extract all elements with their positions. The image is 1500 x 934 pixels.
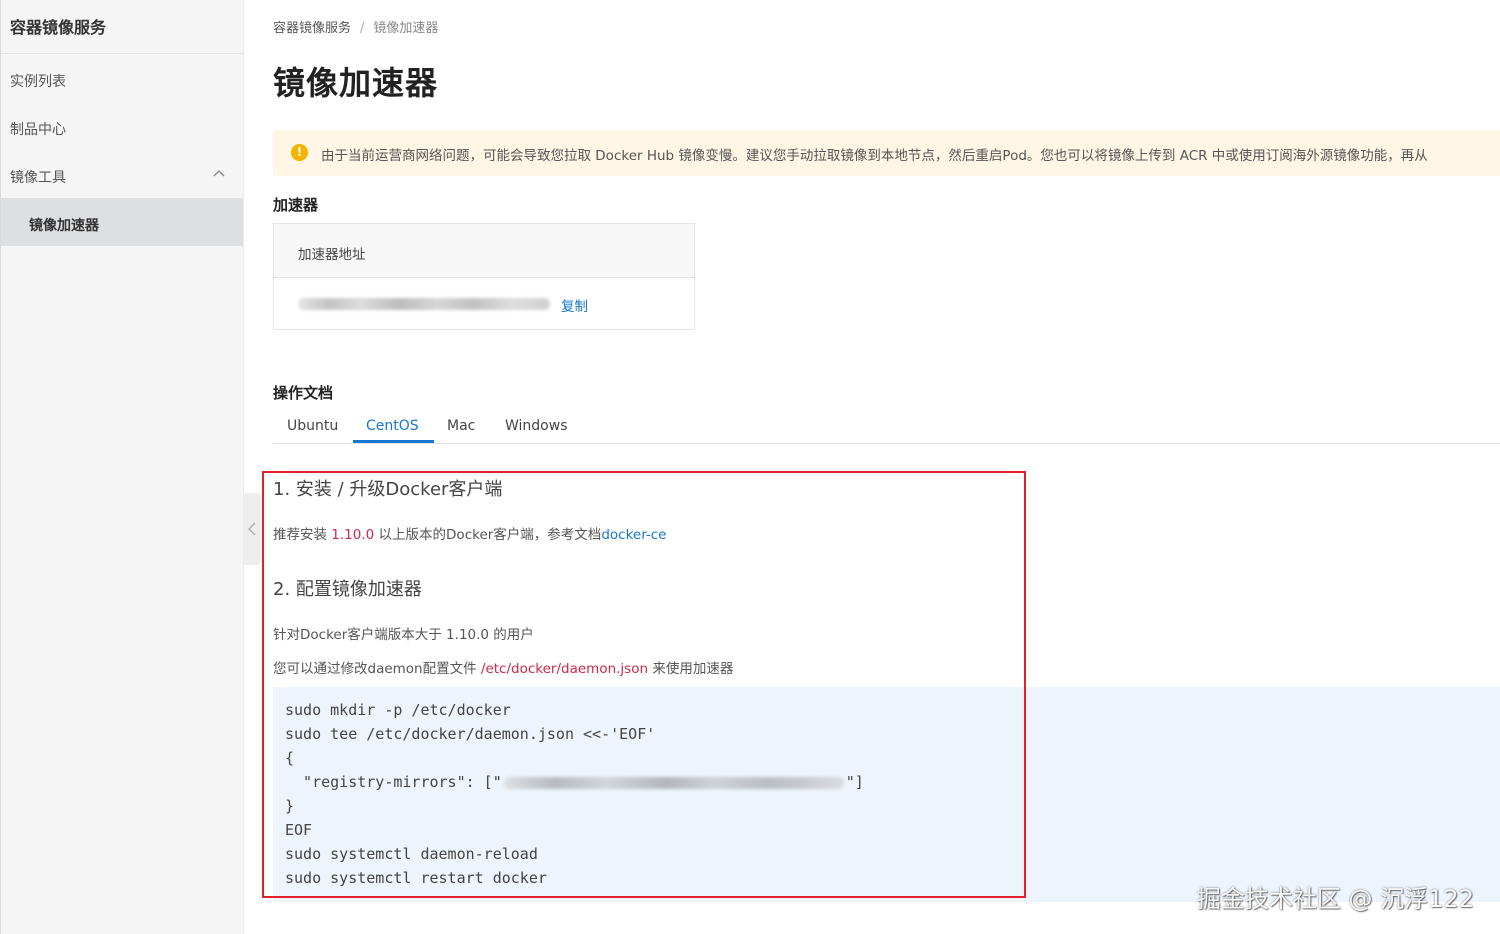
step2-line1: 针对Docker客户端版本大于 1.10.0 的用户	[273, 627, 534, 643]
sidebar-item-mirror-accelerator[interactable]: 镜像加速器	[1, 198, 243, 246]
accelerator-section-title: 加速器	[273, 196, 319, 214]
breadcrumb-separator: /	[360, 21, 365, 36]
code-line: sudo tee /etc/docker/daemon.json <<-'EOF…	[285, 725, 656, 743]
sidebar-item-instances[interactable]: 实例列表	[1, 54, 243, 102]
daemon-json-path: /etc/docker/daemon.json	[480, 661, 649, 677]
breadcrumb: 容器镜像服务 / 镜像加速器	[273, 17, 438, 36]
code-block[interactable]: sudo mkdir -p /etc/docker sudo tee /etc/…	[273, 687, 1500, 902]
tab-mac[interactable]: Mac	[447, 418, 475, 434]
sidebar-item-image-tools[interactable]: 镜像工具	[1, 150, 243, 198]
step2-suffix: 来使用加速器	[648, 661, 734, 677]
main-content: 容器镜像服务 / 镜像加速器 镜像加速器 ! 由于当前运营商网络问题，可能会导致您拉…	[243, 0, 1500, 934]
code-line: sudo systemctl daemon-reload	[285, 845, 538, 863]
accelerator-address-redacted	[298, 298, 550, 310]
sidebar-item-artifact-center[interactable]: 制品中心	[1, 102, 243, 150]
code-line: sudo mkdir -p /etc/docker	[285, 701, 511, 719]
tab-ubuntu[interactable]: Ubuntu	[287, 418, 338, 434]
breadcrumb-current: 镜像加速器	[373, 21, 439, 36]
step1-version: 1.10.0	[331, 527, 375, 543]
copy-button[interactable]: 复制	[561, 295, 588, 315]
tab-centos[interactable]: CentOS	[366, 418, 419, 434]
code-mirrors-suffix: "]	[845, 773, 864, 791]
notice-banner: ! 由于当前运营商网络问题，可能会导致您拉取 Docker Hub 镜像变慢。建…	[273, 130, 1500, 176]
breadcrumb-root[interactable]: 容器镜像服务	[273, 21, 351, 36]
accelerator-table: 加速器地址 复制	[273, 223, 695, 330]
step1-prefix: 推荐安装	[273, 527, 332, 543]
code-line: EOF	[285, 821, 313, 839]
page-title: 镜像加速器	[273, 64, 439, 102]
chevron-up-icon	[213, 170, 225, 177]
warning-icon: !	[291, 144, 308, 161]
notice-text: 由于当前运营商网络问题，可能会导致您拉取 Docker Hub 镜像变慢。建议您…	[321, 148, 1428, 164]
sidebar-item-label: 镜像工具	[10, 170, 66, 186]
sidebar-title: 容器镜像服务	[1, 0, 243, 54]
step2-line2: 您可以通过修改daemon配置文件 /etc/docker/daemon.jso…	[273, 657, 733, 677]
sidebar: 容器镜像服务 实例列表 制品中心 镜像工具 镜像加速器	[0, 0, 243, 934]
code-line-mirrors: "registry-mirrors": [" "]	[285, 773, 864, 791]
accelerator-column-header: 加速器地址	[274, 224, 694, 278]
code-mirrors-prefix: "registry-mirrors": ["	[285, 773, 502, 791]
code-line: sudo systemctl restart docker	[285, 869, 547, 887]
docs-section-title: 操作文档	[273, 384, 334, 402]
step1-text: 推荐安装 1.10.0 以上版本的Docker客户端，参考文档docker-ce	[273, 523, 667, 543]
step2-prefix: 您可以通过修改daemon配置文件	[273, 661, 481, 677]
step1-title: 1. 安装 / 升级Docker客户端	[273, 479, 503, 500]
tab-windows[interactable]: Windows	[505, 418, 568, 434]
watermark: 掘金技术社区 @ 沉浮122	[1196, 885, 1474, 913]
step1-middle: 以上版本的Docker客户端，参考文档	[374, 527, 602, 543]
docker-ce-link[interactable]: docker-ce	[601, 527, 666, 543]
code-line: }	[285, 797, 295, 815]
mirror-url-redacted	[503, 776, 844, 789]
accelerator-row: 复制	[274, 278, 694, 330]
os-tabs: Ubuntu CentOS Mac Windows	[273, 406, 1500, 444]
active-tab-indicator	[353, 440, 434, 443]
code-line: {	[285, 749, 295, 767]
step2-title: 2. 配置镜像加速器	[273, 579, 422, 600]
